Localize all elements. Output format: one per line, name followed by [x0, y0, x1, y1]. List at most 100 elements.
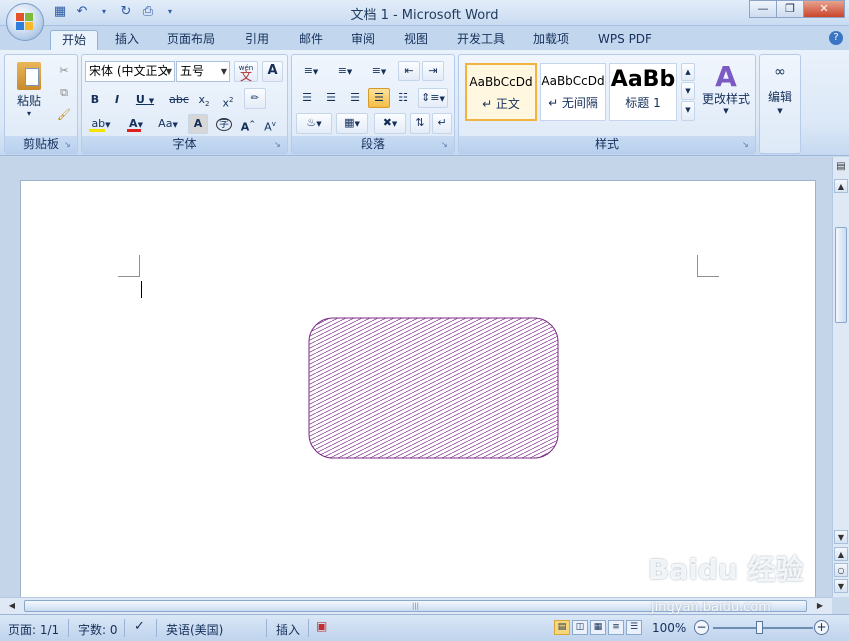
change-case-button[interactable]: Aa▼ — [154, 114, 182, 134]
numbering-button[interactable]: ≡▼ — [330, 61, 360, 81]
chinese-layout-button[interactable]: ✖▼ — [374, 113, 406, 134]
font-name-value: 宋体 (中文正文) — [89, 64, 167, 78]
clear-formatting-button[interactable]: ✏ — [244, 88, 266, 109]
zoom-out-icon[interactable]: − — [694, 620, 709, 635]
zoom-level[interactable]: 100% — [652, 621, 686, 635]
group-label-styles: 样式 — [459, 136, 755, 153]
multilevel-list-button[interactable]: ≡▼ — [364, 61, 394, 81]
enclose-characters-button[interactable]: 字 — [214, 114, 234, 134]
shrink-font-button[interactable]: Av — [260, 114, 280, 134]
styles-scroll-down-icon[interactable]: ▼ — [681, 82, 695, 100]
sort-button[interactable]: ⇅ — [410, 113, 430, 134]
previous-page-icon[interactable]: ▲ — [834, 547, 848, 561]
zoom-in-icon[interactable]: + — [814, 620, 829, 635]
close-button[interactable]: ✕ — [803, 0, 845, 18]
tab-references[interactable]: 引用 — [236, 30, 278, 50]
font-size-value: 五号 — [180, 64, 205, 78]
change-styles-button[interactable]: A 更改样式 ▼ — [699, 59, 753, 129]
justify-button[interactable]: ☰ — [368, 88, 390, 108]
clipboard-launcher-icon[interactable]: ↘ — [64, 140, 74, 150]
bold-button[interactable]: B — [86, 90, 104, 108]
divider — [308, 619, 309, 637]
tab-home[interactable]: 开始 — [50, 30, 98, 50]
web-layout-view-icon[interactable]: ▦ — [590, 620, 606, 635]
underline-button[interactable]: U ▼ — [132, 90, 158, 108]
distributed-button[interactable]: ☷ — [392, 88, 414, 108]
status-word-count[interactable]: 字数: 0 — [78, 621, 118, 638]
vertical-scroll-thumb[interactable] — [835, 227, 847, 323]
zoom-slider-thumb[interactable] — [756, 621, 763, 634]
format-painter-icon[interactable]: 🖌 — [55, 105, 73, 123]
font-name-combo[interactable]: 宋体 (中文正文) ▼ — [85, 61, 175, 82]
align-center-button[interactable]: ☰ — [320, 88, 342, 108]
bullets-icon: ≡ — [303, 64, 313, 77]
tab-page-layout[interactable]: 页面布局 — [160, 30, 222, 50]
tab-developer[interactable]: 开发工具 — [449, 30, 513, 50]
paragraph-launcher-icon[interactable]: ↘ — [441, 140, 451, 150]
phonetic-guide-button[interactable]: wén 文 — [234, 61, 258, 82]
crop-mark-top-left — [118, 255, 140, 277]
view-ruler-icon[interactable]: ▤ — [834, 161, 848, 175]
print-layout-view-icon[interactable]: ▤ — [554, 620, 570, 635]
tab-insert[interactable]: 插入 — [106, 30, 148, 50]
bullets-button[interactable]: ≡▼ — [296, 61, 326, 81]
tab-wps-pdf[interactable]: WPS PDF — [590, 30, 660, 50]
help-icon[interactable]: ? — [829, 31, 843, 45]
zoom-slider[interactable] — [713, 627, 813, 629]
scroll-up-icon[interactable]: ▲ — [834, 179, 848, 193]
copy-icon[interactable]: ⧉ — [55, 83, 73, 101]
styles-more-icon[interactable]: ▼ — [681, 101, 695, 121]
text-highlight-button[interactable]: ab▼ — [86, 114, 116, 134]
status-language[interactable]: 英语(美国) — [166, 621, 223, 638]
italic-button[interactable]: I — [108, 90, 126, 108]
grow-font-button[interactable]: A^ — [238, 114, 258, 134]
styles-launcher-icon[interactable]: ↘ — [742, 140, 752, 150]
rounded-rectangle-shape[interactable] — [308, 317, 559, 459]
macro-record-icon[interactable]: ▣ — [316, 619, 327, 633]
full-screen-reading-view-icon[interactable]: ◫ — [572, 620, 588, 635]
font-launcher-icon[interactable]: ↘ — [274, 140, 284, 150]
document-page[interactable] — [20, 180, 816, 597]
font-size-combo[interactable]: 五号 ▼ — [176, 61, 230, 82]
status-insert-mode[interactable]: 插入 — [276, 621, 300, 638]
character-border-button[interactable]: A — [262, 61, 283, 82]
decrease-indent-button[interactable]: ⇤ — [398, 61, 420, 81]
editing-button[interactable]: ∞ 编辑 ▼ — [762, 57, 798, 133]
paste-button[interactable]: 粘贴 ▾ — [9, 59, 49, 125]
outline-view-icon[interactable]: ≡ — [608, 620, 624, 635]
style-no-spacing[interactable]: AaBbCcDd ↵ 无间隔 — [540, 63, 606, 121]
scroll-down-icon[interactable]: ▼ — [834, 530, 848, 544]
tab-mailings[interactable]: 邮件 — [290, 30, 332, 50]
minimize-button[interactable]: — — [749, 0, 777, 18]
paste-dropdown-icon: ▾ — [26, 109, 31, 118]
style-normal[interactable]: AaBbCcDd ↵ 正文 — [465, 63, 537, 121]
superscript-button[interactable]: x2 — [218, 90, 238, 110]
line-spacing-button[interactable]: ⇕≡▼ — [418, 88, 448, 108]
restore-button[interactable]: ❐ — [776, 0, 804, 18]
align-right-button[interactable]: ☰ — [344, 88, 366, 108]
proofing-icon[interactable]: ✓ — [134, 619, 145, 634]
scroll-right-icon[interactable]: ▶ — [812, 599, 828, 613]
status-page[interactable]: 页面: 1/1 — [8, 621, 59, 638]
shading-button[interactable]: ♨▼ — [296, 113, 332, 134]
show-marks-button[interactable]: ↵ — [432, 113, 452, 134]
strikethrough-button[interactable]: abc — [168, 90, 190, 108]
scroll-left-icon[interactable]: ◀ — [4, 599, 20, 613]
subscript-button[interactable]: x2 — [194, 90, 214, 108]
vertical-scrollbar[interactable]: ▤ ▲ ▼ ▲ ○ ▼ — [832, 157, 849, 597]
align-left-button[interactable]: ☰ — [296, 88, 318, 108]
office-button[interactable] — [6, 3, 44, 41]
draft-view-icon[interactable]: ☰ — [626, 620, 642, 635]
select-browse-object-icon[interactable]: ○ — [834, 563, 848, 577]
tab-addins[interactable]: 加载项 — [525, 30, 577, 50]
character-shading-button[interactable]: A — [188, 114, 208, 134]
next-page-icon[interactable]: ▼ — [834, 579, 848, 593]
style-heading-1[interactable]: AaBb 标题 1 — [609, 63, 677, 121]
borders-button[interactable]: ▦▼ — [336, 113, 368, 134]
increase-indent-button[interactable]: ⇥ — [422, 61, 444, 81]
font-color-button[interactable]: A▼ — [122, 114, 150, 134]
styles-scroll-up-icon[interactable]: ▲ — [681, 63, 695, 81]
tab-review[interactable]: 审阅 — [342, 30, 384, 50]
cut-icon[interactable]: ✂ — [55, 61, 73, 79]
tab-view[interactable]: 视图 — [395, 30, 437, 50]
